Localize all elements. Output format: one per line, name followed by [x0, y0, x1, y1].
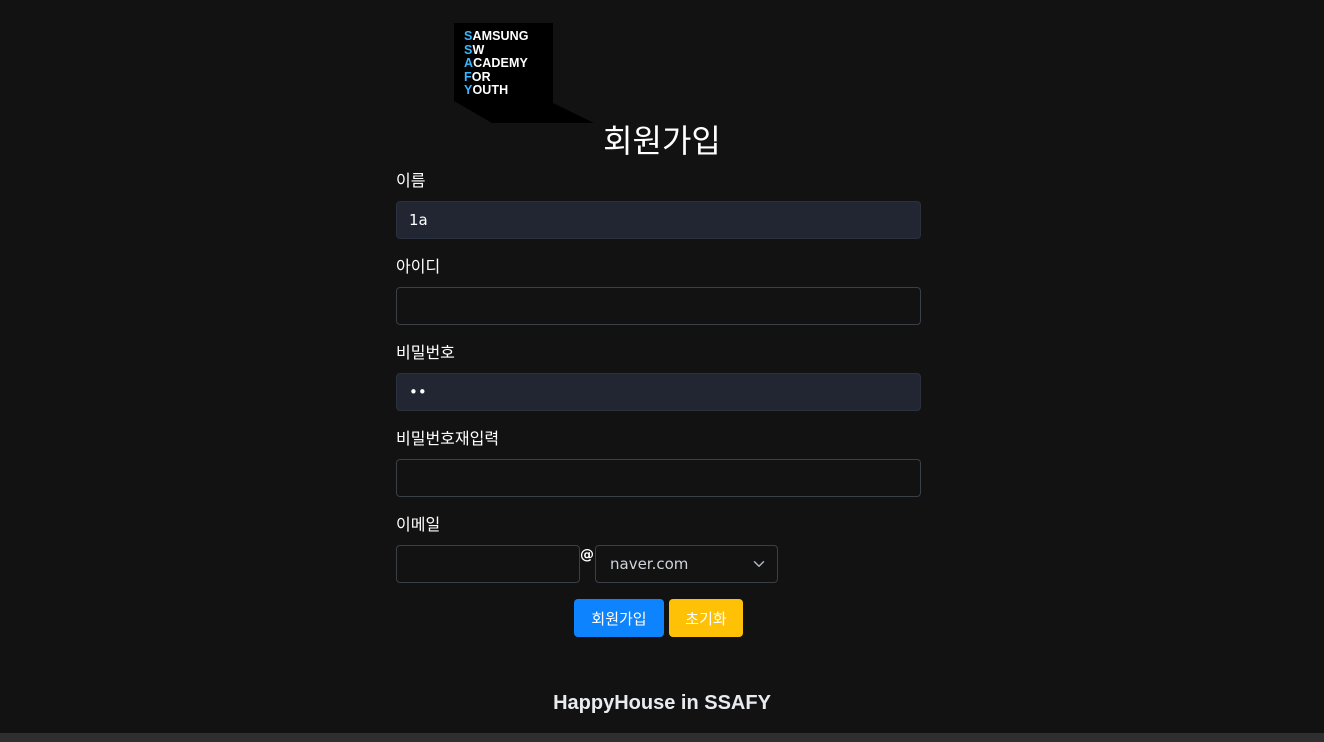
page: SAMSUNG SW ACADEMY FOR YOUTH 회원가입 이름 아이디… — [0, 0, 1324, 742]
logo-line: ACADEMY — [464, 56, 528, 70]
bottom-bar — [0, 733, 1324, 742]
email-local-input[interactable] — [396, 545, 580, 583]
logo-text: SAMSUNG SW ACADEMY FOR YOUTH — [464, 29, 529, 98]
email-domain-value: naver.com — [610, 555, 689, 573]
password-label: 비밀번호 — [396, 343, 455, 362]
ssafy-logo: SAMSUNG SW ACADEMY FOR YOUTH — [454, 23, 594, 123]
chevron-down-icon — [753, 561, 765, 567]
logo-line: SAMSUNG — [464, 29, 529, 43]
logo-line: YOUTH — [464, 83, 509, 97]
password-input[interactable] — [396, 373, 921, 411]
user-id-input[interactable] — [396, 287, 921, 325]
user-id-label: 아이디 — [396, 257, 441, 276]
email-label: 이메일 — [396, 515, 441, 534]
email-domain-select[interactable]: naver.com — [595, 545, 778, 583]
page-title: 회원가입 — [603, 122, 721, 160]
at-sign: @ — [580, 547, 594, 563]
logo-line: SW — [464, 42, 485, 57]
name-input[interactable] — [396, 201, 921, 239]
password-confirm-input[interactable] — [396, 459, 921, 497]
password-confirm-label: 비밀번호재입력 — [396, 429, 500, 448]
footer-text: HappyHouse in SSAFY — [553, 692, 771, 714]
signup-button[interactable]: 회원가입 — [574, 599, 664, 637]
logo-line: FOR — [464, 69, 491, 84]
name-label: 이름 — [396, 171, 426, 190]
reset-button[interactable]: 초기화 — [669, 599, 743, 637]
